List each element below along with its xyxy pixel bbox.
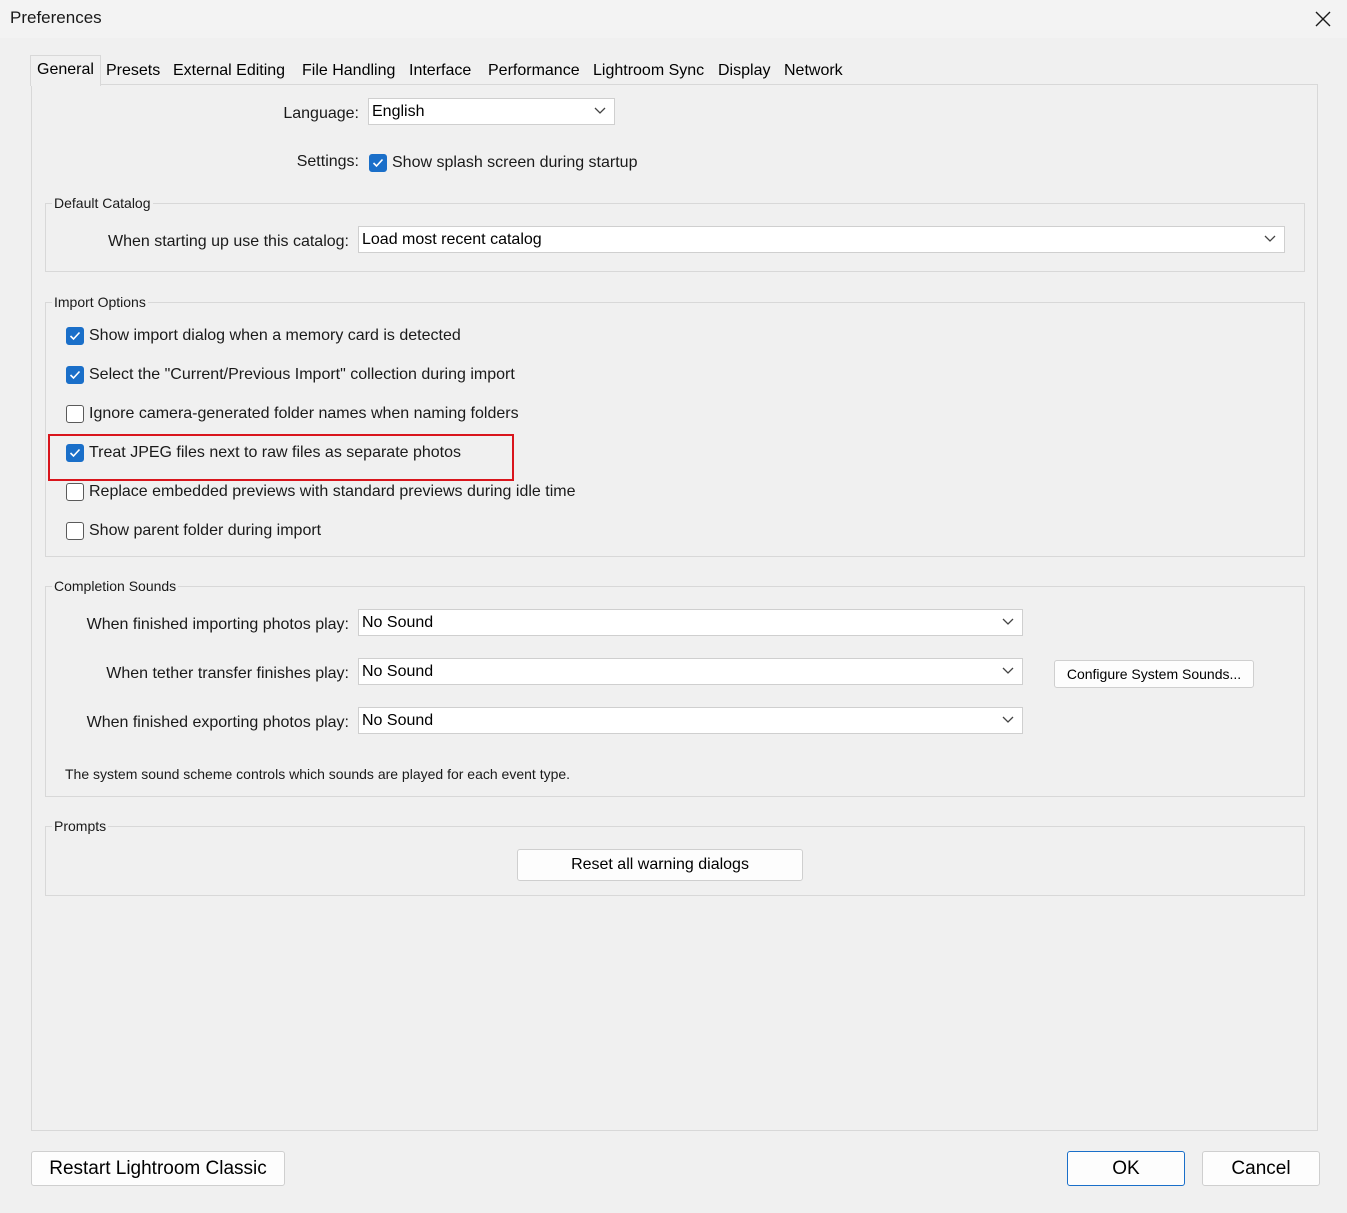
import-sound-dropdown[interactable]: No Sound (358, 609, 1023, 636)
import-sound-value: No Sound (362, 614, 434, 631)
tether-sound-value: No Sound (362, 663, 434, 680)
tab-performance[interactable]: Performance (482, 59, 586, 85)
language-label: Language: (283, 105, 359, 122)
chevron-down-icon (1002, 618, 1014, 625)
tab-display[interactable]: Display (712, 59, 776, 85)
splash-screen-label: Show splash screen during startup (392, 154, 638, 171)
tether-sound-label: When tether transfer finishes play: (106, 665, 349, 682)
default-catalog-title: Default Catalog (52, 195, 153, 211)
current-import-collection-label: Select the "Current/Previous Import" col… (89, 366, 515, 383)
import-dialog-label: Show import dialog when a memory card is… (89, 327, 461, 344)
tab-general[interactable]: General (30, 55, 101, 86)
tab-lightroom-sync[interactable]: Lightroom Sync (587, 59, 710, 85)
settings-label: Settings: (296, 153, 359, 170)
reset-warning-dialogs-button[interactable]: Reset all warning dialogs (517, 849, 803, 881)
chevron-down-icon (1264, 235, 1276, 242)
startup-catalog-label: When starting up use this catalog: (107, 233, 349, 250)
export-sound-value: No Sound (362, 712, 434, 729)
close-button[interactable] (1299, 0, 1347, 38)
current-import-collection-checkbox[interactable] (66, 366, 84, 384)
checkmark-icon (69, 370, 81, 380)
replace-previews-checkbox[interactable] (66, 483, 84, 501)
tab-file-handling[interactable]: File Handling (296, 59, 401, 85)
ignore-folder-names-checkbox[interactable] (66, 405, 84, 423)
checkmark-icon (69, 331, 81, 341)
tab-network[interactable]: Network (778, 59, 849, 85)
tab-external-editing[interactable]: External Editing (167, 59, 291, 85)
startup-catalog-dropdown[interactable]: Load most recent catalog (358, 226, 1285, 253)
cancel-button[interactable]: Cancel (1202, 1151, 1320, 1186)
splash-screen-checkbox[interactable] (369, 154, 387, 172)
chevron-down-icon (594, 107, 606, 114)
prompts-title: Prompts (52, 818, 109, 834)
startup-catalog-value: Load most recent catalog (362, 231, 542, 248)
treat-jpeg-separate-label: Treat JPEG files next to raw files as se… (89, 444, 462, 461)
show-parent-folder-label: Show parent folder during import (89, 522, 322, 539)
import-sound-label: When finished importing photos play: (86, 616, 349, 633)
export-sound-dropdown[interactable]: No Sound (358, 707, 1023, 734)
completion-sounds-title: Completion Sounds (52, 578, 179, 594)
checkmark-icon (69, 448, 81, 458)
close-icon (1315, 11, 1331, 27)
tether-sound-dropdown[interactable]: No Sound (358, 658, 1023, 685)
tab-presets[interactable]: Presets (100, 59, 166, 85)
checkmark-icon (372, 158, 384, 168)
language-value: English (372, 103, 425, 120)
export-sound-label: When finished exporting photos play: (86, 714, 349, 731)
replace-previews-label: Replace embedded previews with standard … (89, 483, 576, 500)
ok-button[interactable]: OK (1067, 1151, 1185, 1186)
window-title: Preferences (10, 8, 102, 27)
sound-scheme-note: The system sound scheme controls which s… (65, 766, 571, 782)
import-dialog-checkbox[interactable] (66, 327, 84, 345)
configure-system-sounds-button[interactable]: Configure System Sounds... (1054, 660, 1254, 688)
chevron-down-icon (1002, 667, 1014, 674)
show-parent-folder-checkbox[interactable] (66, 522, 84, 540)
ignore-folder-names-label: Ignore camera-generated folder names whe… (89, 405, 519, 422)
treat-jpeg-separate-checkbox[interactable] (66, 444, 84, 462)
title-bar: Preferences (0, 0, 1347, 38)
tab-interface[interactable]: Interface (403, 59, 477, 85)
import-options-title: Import Options (52, 294, 148, 310)
preferences-window: Preferences General Presets External Edi… (0, 0, 1347, 1213)
language-dropdown[interactable]: English (368, 98, 615, 125)
chevron-down-icon (1002, 716, 1014, 723)
restart-lightroom-button[interactable]: Restart Lightroom Classic (31, 1151, 285, 1186)
